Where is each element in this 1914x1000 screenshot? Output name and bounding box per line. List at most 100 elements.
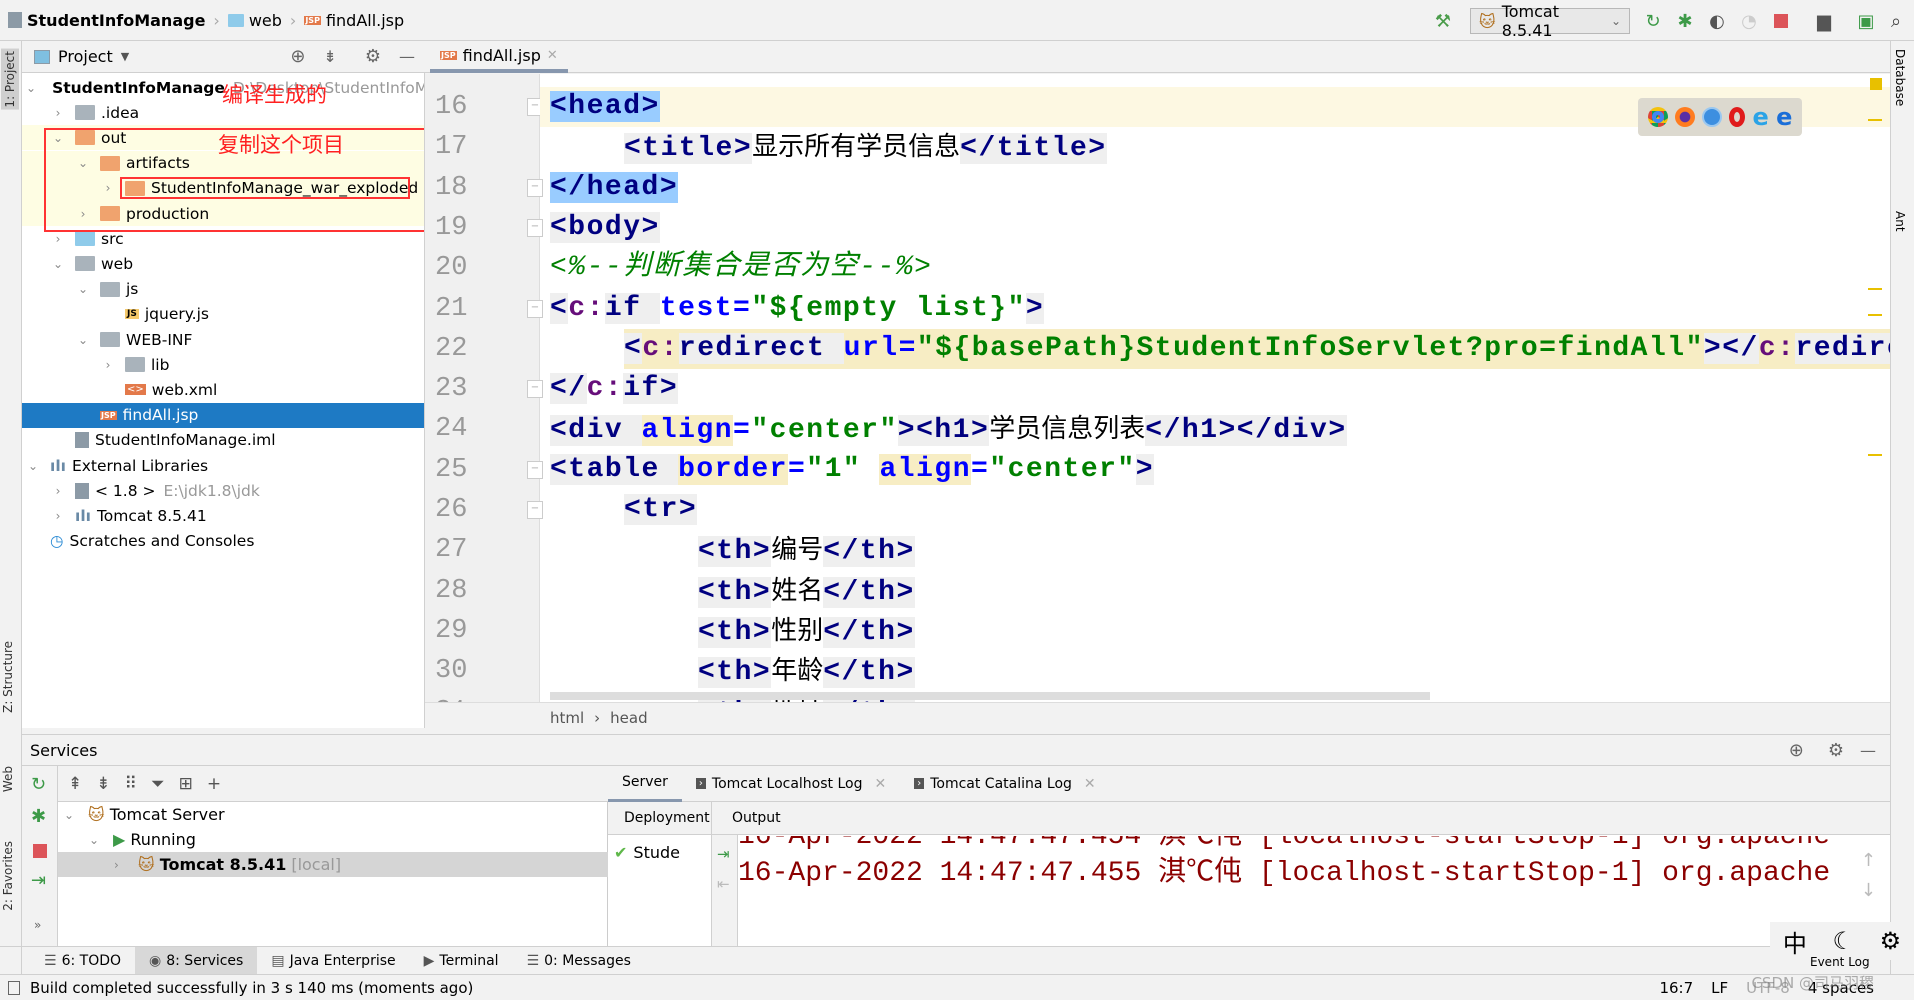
internet-explorer-icon[interactable]: e — [1753, 103, 1769, 131]
close-icon[interactable]: ✕ — [874, 776, 886, 792]
crumb-project[interactable]: StudentInfoManage — [27, 11, 205, 30]
group-by-icon[interactable]: ⠿ — [125, 774, 137, 794]
expand-all-icon[interactable]: ⇞ — [68, 774, 82, 794]
fold-marker-icon[interactable]: − — [527, 460, 543, 479]
code-line[interactable]: <th>年龄</th> — [698, 651, 915, 691]
code-line[interactable]: <tr> — [624, 490, 698, 530]
edge-icon[interactable]: e — [1776, 103, 1792, 131]
chevron-down-icon[interactable]: ⌄ — [26, 459, 40, 473]
stop-icon[interactable] — [1770, 10, 1792, 32]
line-separator[interactable]: LF — [1711, 979, 1728, 997]
chevron-right-icon[interactable]: › — [51, 484, 65, 498]
bottom-tab[interactable]: ▶ Terminal — [410, 947, 513, 975]
tree-item[interactable]: › lib — [22, 352, 424, 377]
ime-language[interactable]: 中 — [1783, 924, 1807, 959]
scroll-arrows-icon[interactable]: ↑ ↓ — [1861, 846, 1876, 906]
code-line[interactable]: <%--判断集合是否为空--%> — [550, 248, 932, 288]
locate-icon[interactable]: ⊕ — [1789, 740, 1804, 761]
code-line[interactable]: <th>姓名</th> — [698, 571, 915, 611]
run-configuration-select[interactable]: 🐱 Tomcat 8.5.41 ⌄ — [1470, 2, 1630, 40]
fold-marker-icon[interactable]: − — [527, 501, 543, 519]
tree-item[interactable]: ⌄ ılı External Libraries — [22, 453, 424, 478]
chevron-right-icon[interactable]: › — [101, 358, 115, 372]
service-tree-item[interactable]: ⌄ 🐱 Tomcat Server — [58, 802, 608, 827]
bottom-tab[interactable]: ▤ Java Enterprise — [257, 947, 409, 975]
run-anything-icon[interactable]: ▣ — [1855, 10, 1877, 32]
service-tree-item[interactable]: › 🐱 Tomcat 8.5.41 [local] — [58, 852, 608, 877]
tool-tab-web[interactable]: Web — [1, 766, 15, 792]
close-icon[interactable]: ✕ — [547, 48, 558, 63]
code-line[interactable]: <table border="1" align="center"> — [550, 450, 1155, 490]
tab-tomcat-localhost-log[interactable]: › Tomcat Localhost Log ✕ — [682, 766, 900, 802]
fold-marker-icon[interactable]: − — [527, 218, 543, 237]
tool-tab-structure[interactable]: Z: Structure — [1, 641, 15, 713]
profile-icon[interactable]: ◔ — [1738, 10, 1760, 32]
fold-marker-icon[interactable]: − — [527, 380, 543, 399]
gear-icon[interactable]: ⚙ — [1828, 740, 1844, 761]
opera-icon[interactable] — [1729, 107, 1746, 127]
debug-icon[interactable]: ✱ — [31, 806, 46, 827]
crumb-html[interactable]: html — [550, 709, 584, 727]
tool-tab-ant[interactable]: Ant — [1893, 211, 1907, 232]
chevron-right-icon[interactable]: › — [51, 232, 65, 246]
moon-icon[interactable]: ☾ — [1832, 927, 1854, 955]
chevron-right-icon[interactable]: › — [51, 509, 65, 523]
gear-icon[interactable]: ⚙ — [365, 46, 381, 67]
chevron-down-icon[interactable]: ⌄ — [51, 257, 65, 271]
tree-item[interactable]: ⌄ js — [22, 277, 424, 302]
fold-marker-icon[interactable]: − — [527, 299, 543, 318]
tree-item[interactable]: <> web.xml — [22, 377, 424, 402]
rerun-icon[interactable]: ↻ — [31, 774, 46, 795]
tree-item[interactable]: ⌄ web — [22, 251, 424, 276]
tree-item[interactable]: JS jquery.js — [22, 302, 424, 327]
tree-item[interactable]: StudentInfoManage.iml — [22, 428, 424, 453]
code-line[interactable]: </head> — [550, 168, 679, 208]
tab-server[interactable]: Server — [608, 766, 682, 802]
tree-item[interactable]: › < 1.8 > E:\jdk1.8\jdk — [22, 478, 424, 503]
event-log-button[interactable]: Event Log — [1810, 955, 1870, 969]
chevron-down-icon[interactable]: ⌄ — [89, 833, 103, 847]
chevron-right-icon[interactable]: › — [51, 106, 65, 120]
tree-item[interactable]: JSP findAll.jsp — [22, 402, 424, 428]
minimize-icon[interactable]: — — [399, 47, 415, 66]
new-tab-icon[interactable]: ⊞ — [179, 774, 193, 794]
project-structure-icon[interactable]: ▆ — [1813, 10, 1835, 32]
code-line[interactable]: <c:if test="${empty list}"> — [550, 289, 1045, 329]
tool-tab-favorites[interactable]: 2: Favorites — [1, 841, 15, 911]
caret-position[interactable]: 16:7 — [1659, 979, 1693, 997]
chrome-icon[interactable] — [1647, 107, 1668, 127]
chevron-down-icon[interactable]: ▼ — [121, 50, 129, 63]
log-output[interactable]: 16-Apr-2022 14:47:47.454 淇℃伅 [localhost-… — [738, 836, 1858, 946]
search-icon[interactable]: ⌕ — [1885, 10, 1907, 32]
stop-icon[interactable] — [33, 844, 47, 858]
filter-icon[interactable]: ⏷ — [151, 774, 165, 794]
service-tree-item[interactable]: ⌄ ▶ Running — [58, 827, 608, 852]
code-line[interactable]: <head> — [550, 87, 660, 127]
collapse-all-icon[interactable]: ⇟ — [96, 774, 110, 794]
tab-deployment[interactable]: Deployment — [608, 802, 712, 834]
tool-tab-database[interactable]: Database — [1893, 49, 1907, 106]
code-line[interactable]: <div align="center"><h1>学员信息列表</h1></div… — [550, 409, 1347, 449]
code-editor[interactable]: 16−1718−19−2021−2223−2425−26−2728293031 … — [425, 74, 1890, 702]
chevron-down-icon[interactable]: ⌄ — [26, 81, 36, 95]
bottom-tab[interactable]: ☰ 6: TODO — [30, 947, 135, 975]
tab-tomcat-catalina-log[interactable]: › Tomcat Catalina Log ✕ — [900, 766, 1109, 802]
chevron-down-icon[interactable]: ⌄ — [64, 808, 78, 822]
gear-icon[interactable]: ⚙ — [1880, 927, 1902, 955]
add-icon[interactable]: + — [207, 774, 221, 794]
safari-icon[interactable] — [1702, 107, 1723, 127]
tool-tab-project[interactable]: 1: Project — [1, 49, 19, 110]
firefox-icon[interactable] — [1674, 107, 1695, 127]
tree-item[interactable]: ◷ Scratches and Consoles — [22, 529, 424, 554]
code-line[interactable]: <th>性别</th> — [698, 611, 915, 651]
crumb-web[interactable]: web — [249, 11, 282, 30]
crumb-head[interactable]: head — [610, 709, 647, 727]
close-icon[interactable]: ✕ — [1084, 776, 1096, 792]
chevron-down-icon[interactable]: ⌄ — [76, 282, 90, 296]
bottom-tab[interactable]: ◉ 8: Services — [135, 946, 258, 975]
code-line[interactable]: </c:if> — [550, 369, 679, 409]
build-hammer-icon[interactable]: ⚒ — [1432, 10, 1454, 32]
debug-bug-icon[interactable]: ✱ — [1674, 10, 1696, 32]
tab-output[interactable]: Output — [712, 802, 781, 834]
chevron-right-icon[interactable]: › — [114, 858, 128, 872]
